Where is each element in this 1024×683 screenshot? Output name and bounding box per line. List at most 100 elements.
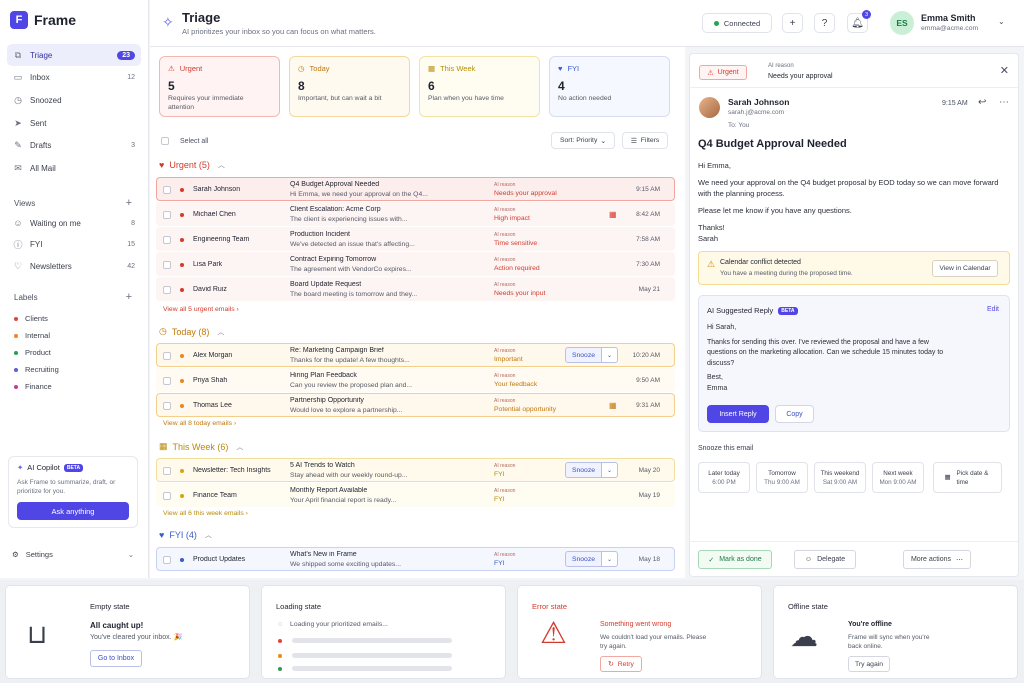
reply-icon[interactable]: ↩ [978,97,986,108]
category-card-urgent[interactable]: ⚠ Urgent 5 Requires your immediate attentio… [159,56,280,117]
category-card-fyi[interactable]: ♥ FYI 4 No action needed [549,56,670,117]
row-checkbox[interactable] [163,556,171,564]
views-title: Views [14,199,36,208]
table-row[interactable]: Michael Chen Client Escalation: Acme Corp… [156,202,675,226]
edit-reply-link[interactable]: Edit [987,306,999,313]
group-header-fyi[interactable]: ♥ FYI (4) ︿ [159,530,212,540]
category-card-this-week[interactable]: ▦ This Week 6 Plan when you have time [419,56,540,117]
table-row[interactable]: Sarah Johnson Q4 Budget Approval Needed Hi… [156,177,675,201]
snooze-option-this-weekend[interactable]: This weekend Sat 9:00 AM [814,462,866,493]
view-all-urgent-link[interactable]: View all 5 urgent emails › [163,306,239,313]
settings-menu[interactable]: ⚙ Settings ⌄ [12,550,134,559]
view-all-week-link[interactable]: View all 6 this week emails › [163,510,248,517]
avatar[interactable]: ES [890,11,914,35]
row-checkbox[interactable] [163,492,171,500]
category-card-today[interactable]: ◷ Today 8 Important, but can wait a bit [289,56,410,117]
view-in-calendar-button[interactable]: View in Calendar [932,260,998,277]
close-icon[interactable]: ✕ [1000,64,1009,77]
chevron-down-icon[interactable]: ⌄ [602,462,618,478]
row-checkbox[interactable] [163,236,171,244]
snooze-button[interactable]: Snooze [565,347,602,363]
logo[interactable]: F Frame [10,11,76,29]
sidebar-item-snoozed[interactable]: ◷ Snoozed [7,89,141,111]
snooze-button[interactable]: Snooze [565,551,602,567]
sidebar-view-count: 8 [131,219,135,227]
row-checkbox[interactable] [163,261,171,269]
label-recruiting[interactable]: Recruiting [14,361,134,378]
table-row[interactable]: Lisa Park Contract Expiring Tomorrow The a… [156,252,675,276]
snooze-option-tomorrow[interactable]: Tomorrow Thu 9:00 AM [756,462,808,493]
pick-date-time-button[interactable]: ▦ Pick date & time [933,462,1002,493]
sidebar-view-newsletters[interactable]: ♡ Newsletters 42 [7,256,141,276]
select-all[interactable]: Select all [161,137,208,145]
insert-reply-button[interactable]: Insert Reply [707,405,769,423]
connection-status[interactable]: Connected [702,13,772,33]
label-clients[interactable]: Clients [14,310,134,327]
sidebar-item-drafts[interactable]: ✎ Drafts 3 [7,135,141,157]
delegate-button[interactable]: ☺ Delegate [794,550,856,569]
select-all-checkbox[interactable] [161,137,169,145]
table-row[interactable]: Product Updates What's New in Frame We shi… [156,547,675,571]
row-checkbox[interactable] [163,377,171,385]
row-checkbox[interactable] [163,286,171,294]
table-row[interactable]: Newsletter: Tech Insights 5 AI Trends to … [156,458,675,482]
row-checkbox[interactable] [163,467,171,475]
ask-anything-button[interactable]: Ask anything [17,502,129,520]
heart-icon: ♥ [159,160,165,170]
more-icon[interactable]: ⋯ [999,97,1009,108]
email-subject: What's New in Frame [290,551,357,558]
sidebar-view-fyi[interactable]: ⓘ FYI 15 [7,235,141,255]
table-row[interactable]: Engineering Team Production Incident We've… [156,227,675,251]
priority-dot [180,469,184,473]
table-row[interactable]: David Ruiz Board Update Request The board … [156,277,675,301]
snooze-button[interactable]: Snooze [565,462,602,478]
chevron-down-icon[interactable]: ⌄ [602,551,618,567]
ai-reason-label: AI reason [494,373,516,379]
calendar-icon[interactable]: ▦ [609,210,617,219]
email-time: May 20 [638,467,660,474]
sidebar-item-inbox[interactable]: ▭ Inbox 12 [7,67,141,89]
view-all-today-link[interactable]: View all 8 today emails › [163,420,236,427]
chevron-down-icon[interactable]: ⌄ [998,17,1005,26]
priority-dot [180,288,184,292]
table-row[interactable]: Thomas Lee Partnership Opportunity Would l… [156,393,675,417]
bell-icon: 🔔︎ [851,17,864,29]
group-header-this-week[interactable]: ▦ This Week (6) ︿ [159,441,243,452]
chevron-down-icon[interactable]: ⌄ [602,347,618,363]
notifications-button[interactable]: 🔔︎ 3 [847,10,871,33]
sidebar-item-sent[interactable]: ➤ Sent [7,112,141,134]
try-again-button[interactable]: Try again [848,656,890,672]
group-header-today[interactable]: ◷ Today (8) ︿ [159,326,224,337]
add-label-icon[interactable]: + [126,292,132,303]
calendar-icon[interactable]: ▦ [609,401,617,410]
table-row[interactable]: Priya Shah Hiring Plan Feedback Can you re… [156,368,675,392]
row-checkbox[interactable] [163,352,171,360]
sort-dropdown[interactable]: Sort: Priority ⌄ [551,132,615,149]
label-internal[interactable]: Internal [14,327,134,344]
more-actions-button[interactable]: More actions ⋯ [903,550,971,569]
email-time: May 18 [638,556,660,563]
retry-button[interactable]: ↻ Retry [600,656,642,672]
group-header-urgent[interactable]: ♥ Urgent (5) ︿ [159,160,225,170]
table-row[interactable]: Alex Morgan Re: Marketing Campaign Brief T… [156,343,675,367]
snooze-option-next-week[interactable]: Next week Mon 9:00 AM [872,462,924,493]
skeleton-bar [292,666,452,671]
label-product[interactable]: Product [14,344,134,361]
copy-button[interactable]: Copy [775,405,814,423]
sidebar-view-waiting-on-me[interactable]: ☺ Waiting on me 8 [7,213,141,233]
row-checkbox[interactable] [163,402,171,410]
filters-button[interactable]: ☰ Filters [622,132,668,149]
go-to-inbox-button[interactable]: Go to Inbox [90,650,142,667]
row-checkbox[interactable] [163,211,171,219]
label-finance[interactable]: Finance [14,378,134,395]
row-checkbox[interactable] [163,186,171,194]
beta-badge: BETA [778,306,798,315]
table-row[interactable]: Finance Team Monthly Report Available Your… [156,483,675,507]
help-button[interactable]: ? [814,13,835,33]
sidebar-item-triage[interactable]: ⧉ Triage 23 [7,44,141,66]
snooze-option-later-today[interactable]: Later today 6:00 PM [698,462,750,493]
add-view-icon[interactable]: + [126,198,132,209]
mark-as-done-button[interactable]: ✓ Mark as done [698,550,772,569]
sidebar-item-all-mail[interactable]: ✉ All Mail [7,157,141,179]
compose-button[interactable]: + [782,13,803,33]
